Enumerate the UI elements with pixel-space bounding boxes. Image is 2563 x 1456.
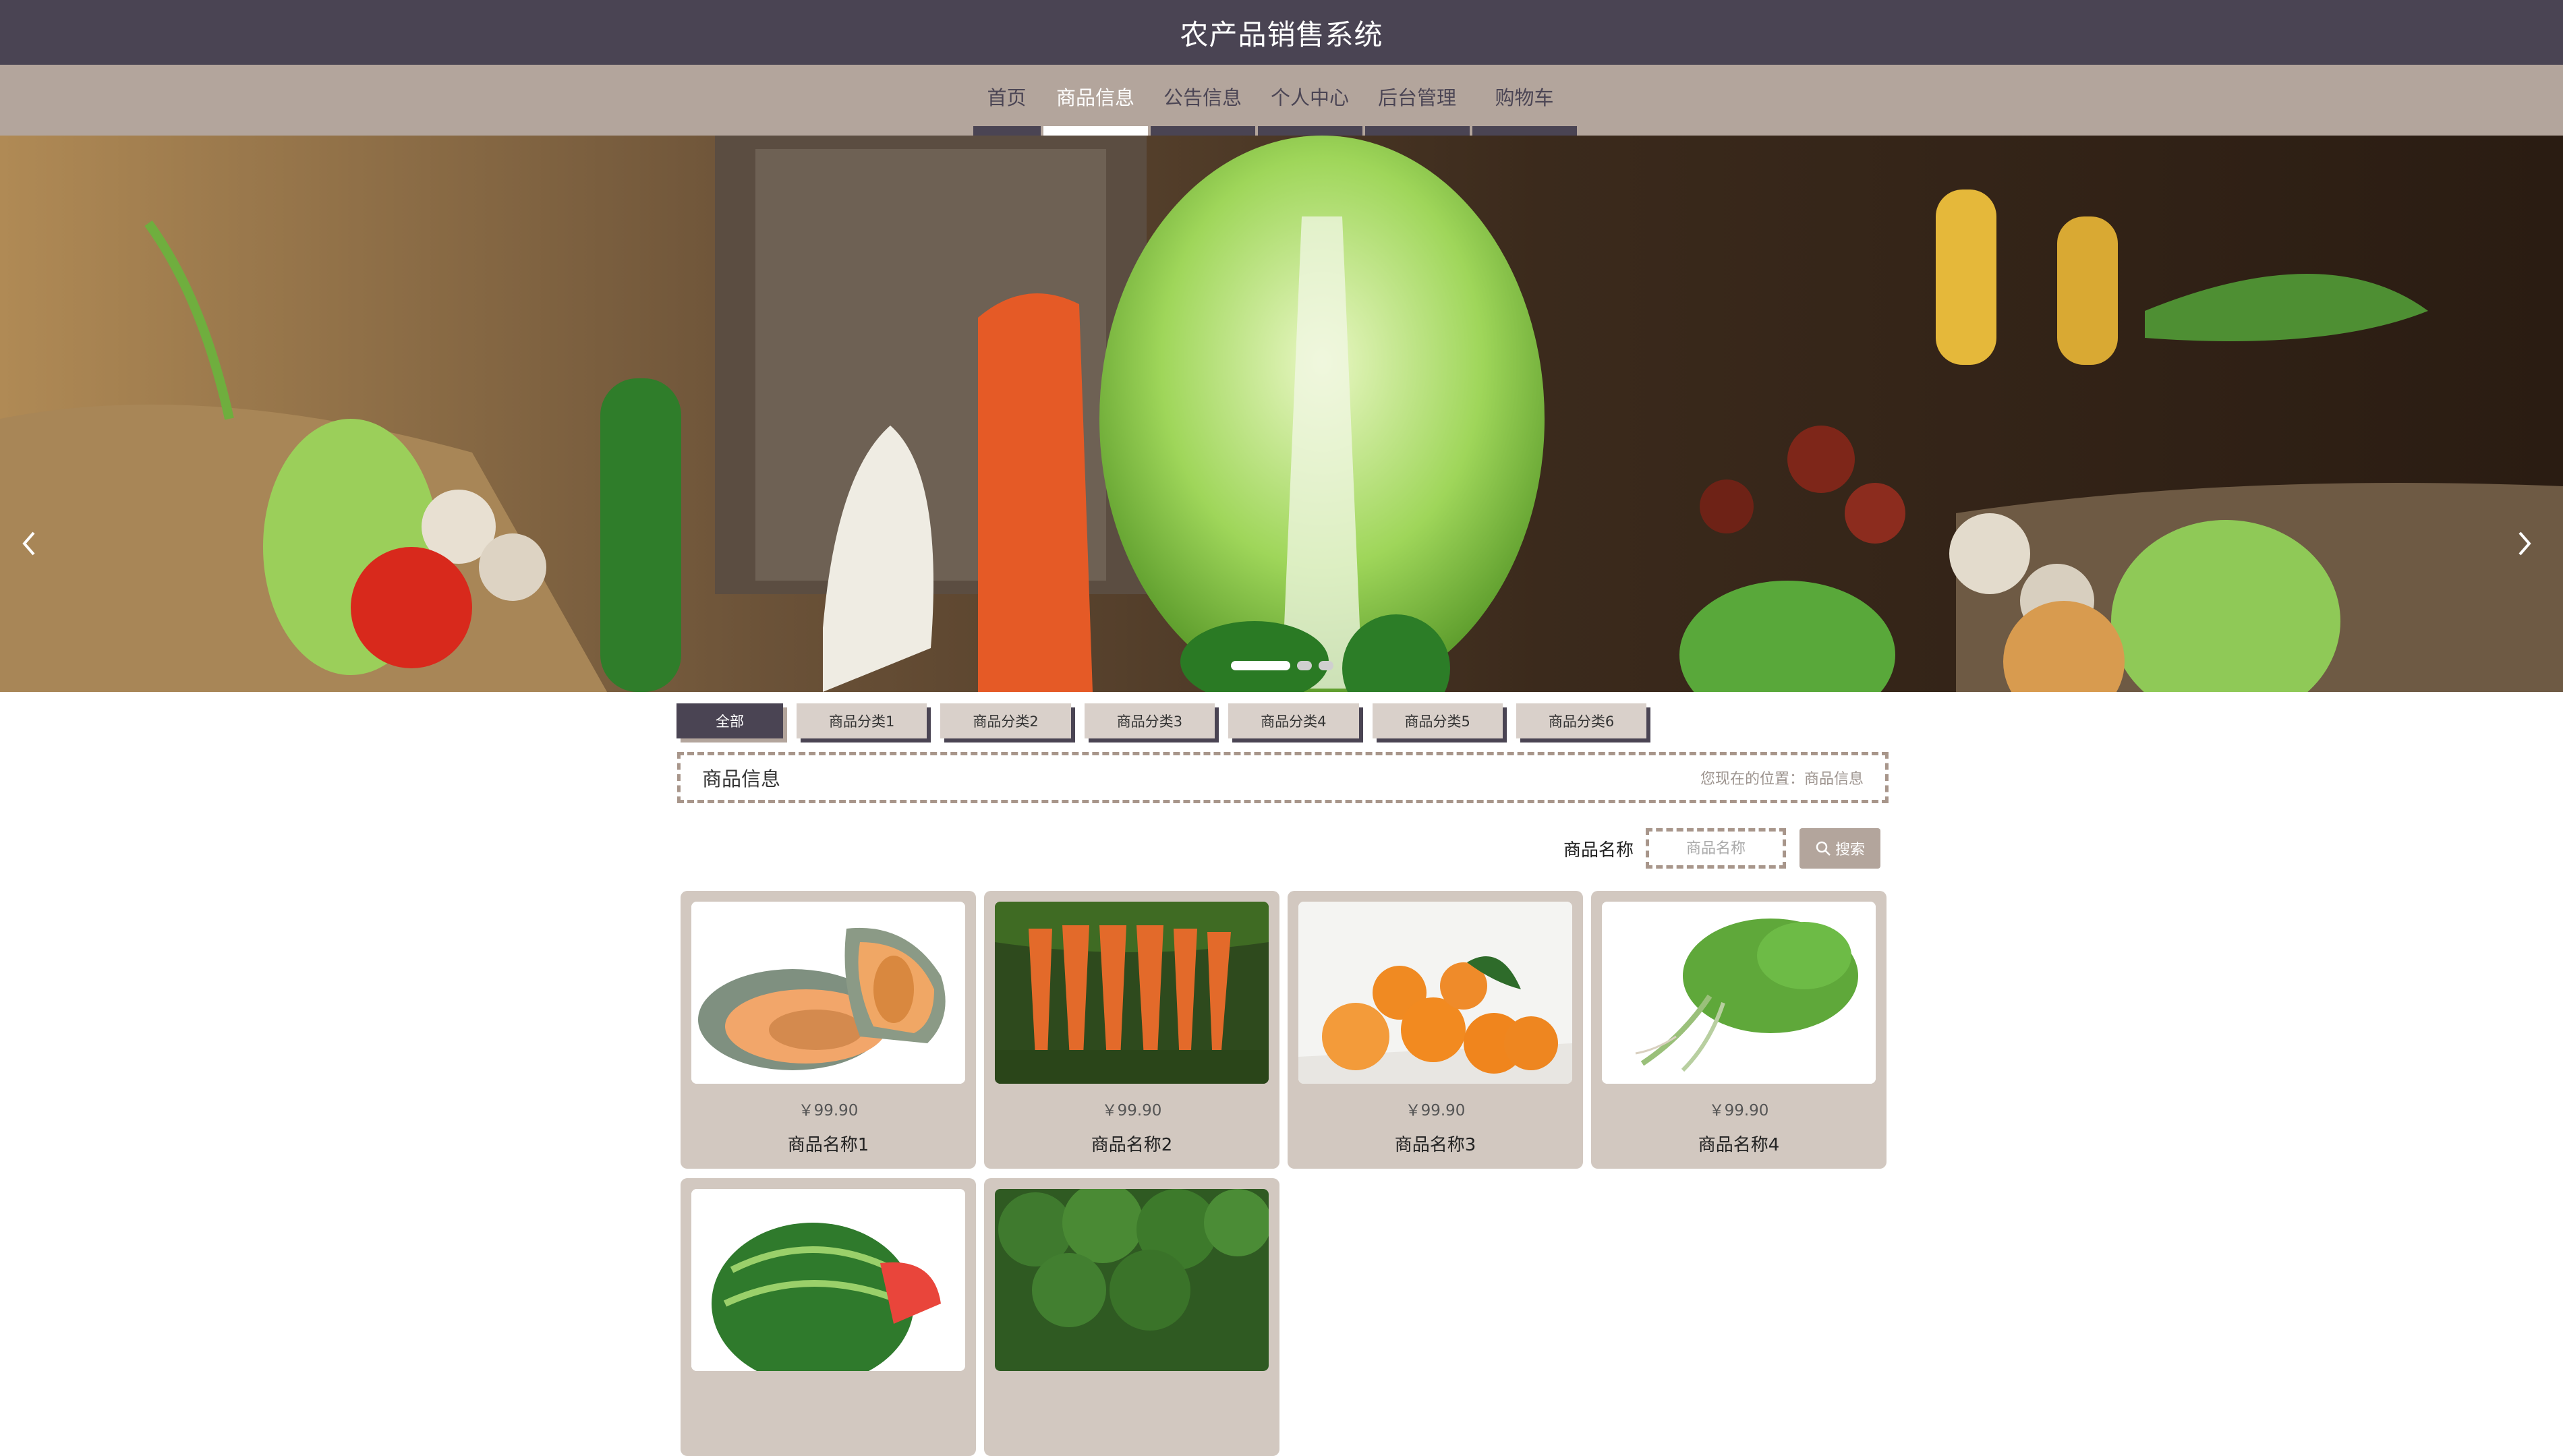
product-name[interactable]: 商品名称3 <box>1288 1131 1583 1156</box>
nav-item-label: 购物车 <box>1495 86 1554 109</box>
product-image <box>691 1189 965 1371</box>
search-label: 商品名称 <box>1563 840 1634 861</box>
category-tab-1[interactable]: 商品分类1 <box>797 703 927 738</box>
search-input[interactable] <box>1646 828 1786 869</box>
category-tab-all[interactable]: 全部 <box>676 703 783 738</box>
product-name[interactable]: 商品名称2 <box>984 1131 1279 1156</box>
chevron-right-icon <box>2518 531 2531 556</box>
site-title: 农产品销售系统 <box>1180 18 1383 51</box>
product-card[interactable]: ￥99.90 商品名称2 <box>984 891 1279 1169</box>
category-tab-2[interactable]: 商品分类2 <box>940 703 1071 738</box>
category-tabs: 全部 商品分类1 商品分类2 商品分类3 商品分类4 商品分类5 商品分类6 <box>676 703 1647 738</box>
main-nav: 首页 商品信息 公告信息 个人中心 后台管理 购物车 <box>0 65 2563 136</box>
section-title: 商品信息 <box>702 767 781 790</box>
product-card[interactable] <box>681 1178 976 1456</box>
product-image <box>995 1189 1269 1371</box>
nav-item-label: 商品信息 <box>1056 86 1134 109</box>
product-name[interactable]: 商品名称4 <box>1591 1131 1887 1156</box>
carousel-prev-button[interactable] <box>20 530 47 564</box>
product-card[interactable]: ￥99.90 商品名称3 <box>1288 891 1583 1169</box>
site-header: 农产品销售系统 <box>0 0 2563 65</box>
banner-carousel <box>0 136 2563 692</box>
nav-item-profile[interactable]: 个人中心 <box>1257 65 1362 136</box>
carousel-next-button[interactable] <box>2516 530 2543 564</box>
nav-item-cart[interactable]: 购物车 <box>1472 65 1577 136</box>
product-price: ￥99.90 <box>1708 1102 1769 1119</box>
product-image <box>995 902 1269 1084</box>
nav-item-label: 首页 <box>987 86 1027 109</box>
search-icon <box>1816 841 1831 856</box>
category-tab-5[interactable]: 商品分类5 <box>1372 703 1503 738</box>
banner-image <box>0 136 2563 692</box>
chevron-left-icon <box>22 531 35 556</box>
nav-item-admin[interactable]: 后台管理 <box>1364 65 1470 136</box>
category-tab-6[interactable]: 商品分类6 <box>1516 703 1647 738</box>
breadcrumb: 商品信息 您现在的位置：商品信息 <box>677 752 1889 803</box>
product-price: ￥99.90 <box>798 1102 859 1119</box>
product-name[interactable]: 商品名称1 <box>681 1131 976 1156</box>
nav-item-home[interactable]: 首页 <box>973 65 1041 136</box>
product-image <box>1298 902 1572 1084</box>
category-tab-3[interactable]: 商品分类3 <box>1084 703 1215 738</box>
nav-item-label: 后台管理 <box>1377 86 1456 109</box>
breadcrumb-location: 您现在的位置：商品信息 <box>1700 771 1864 788</box>
product-image <box>691 902 965 1084</box>
product-price: ￥99.90 <box>1405 1102 1466 1119</box>
search-bar: 商品名称 搜索 <box>1563 828 1880 869</box>
search-button[interactable]: 搜索 <box>1799 828 1880 869</box>
product-card[interactable]: ￥99.90 商品名称1 <box>681 891 976 1169</box>
category-tab-4[interactable]: 商品分类4 <box>1228 703 1359 738</box>
nav-item-announcements[interactable]: 公告信息 <box>1150 65 1255 136</box>
product-price: ￥99.90 <box>1101 1102 1162 1119</box>
carousel-dot-1[interactable] <box>1231 661 1290 670</box>
nav-item-label: 公告信息 <box>1163 86 1242 109</box>
search-button-label: 搜索 <box>1835 842 1865 858</box>
product-card[interactable]: ￥99.90 商品名称4 <box>1591 891 1887 1169</box>
carousel-dot-3[interactable] <box>1319 661 1333 670</box>
nav-item-products[interactable]: 商品信息 <box>1043 65 1148 136</box>
product-image <box>1602 902 1876 1084</box>
product-card[interactable] <box>984 1178 1279 1456</box>
carousel-dot-2[interactable] <box>1297 661 1312 670</box>
carousel-indicators <box>1231 661 1333 670</box>
nav-item-label: 个人中心 <box>1270 86 1349 109</box>
